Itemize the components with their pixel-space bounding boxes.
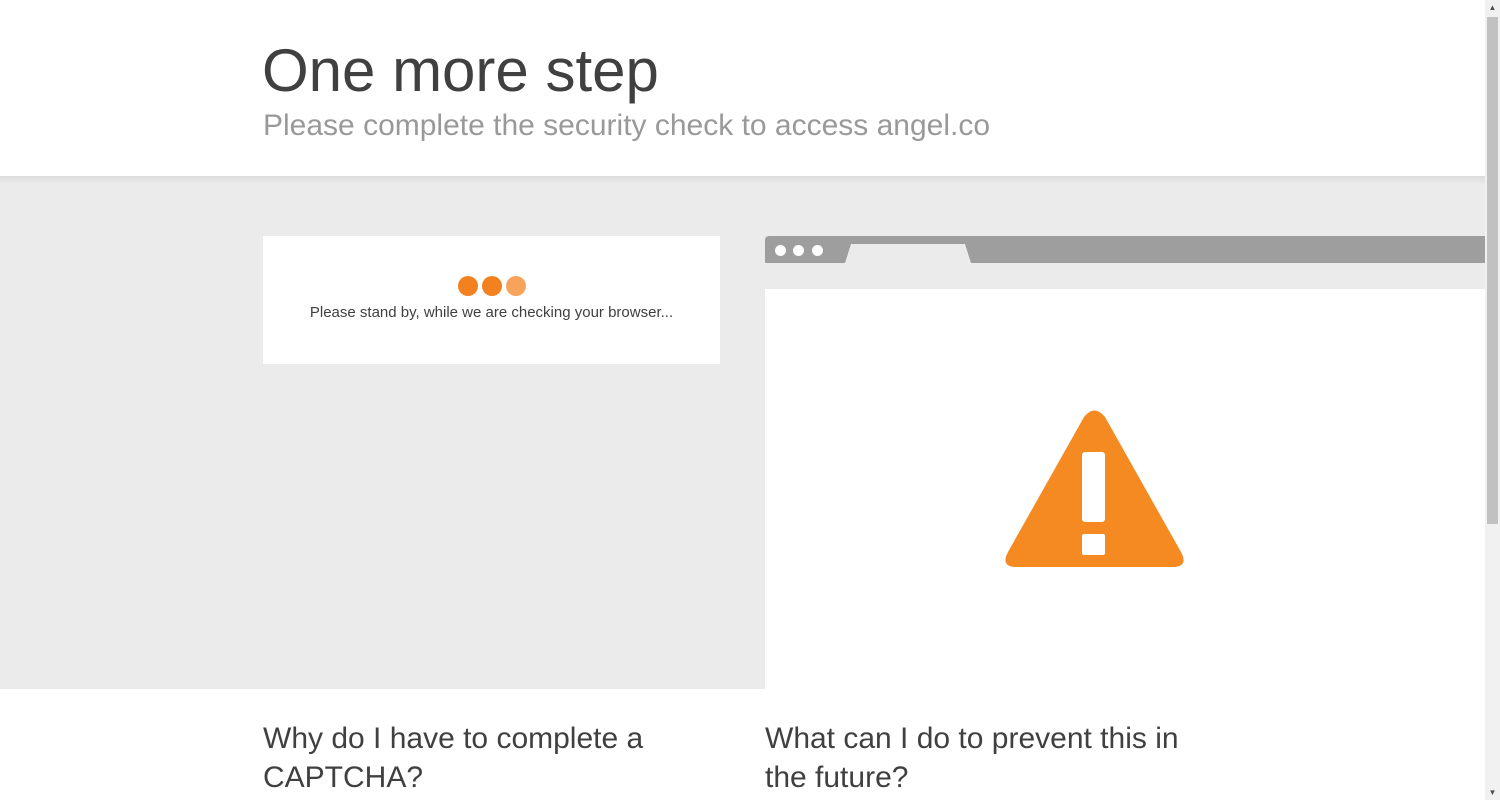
window-dot-icon	[812, 245, 823, 256]
scrollbar-thumb[interactable]	[1487, 17, 1498, 524]
browser-address-bar	[765, 263, 1485, 289]
prevent-future-heading: What can I do to prevent this in the fut…	[765, 722, 1179, 794]
scroll-up-icon[interactable]: ▲	[1485, 0, 1500, 15]
page-subtitle: Please complete the security check to ac…	[263, 109, 991, 142]
window-dot-icon	[793, 245, 804, 256]
browser-viewport	[765, 289, 1485, 689]
page-title: One more step	[262, 37, 659, 104]
header: One more step Please complete the securi…	[0, 0, 1485, 176]
challenge-box: Please stand by, while we are checking y…	[263, 236, 720, 364]
stand-by-message: Please stand by, while we are checking y…	[309, 304, 674, 321]
why-captcha-heading: Why do I have to complete a CAPTCHA?	[263, 722, 644, 794]
loading-dot-3	[505, 276, 526, 296]
vertical-scrollbar[interactable]: ▲ ▼	[1485, 0, 1500, 800]
browser-illustration	[765, 236, 1485, 689]
loading-dot-1	[457, 276, 478, 296]
window-dot-icon	[775, 245, 786, 256]
loading-dots	[263, 276, 720, 296]
browser-tab-icon	[845, 244, 971, 263]
page: One more step Please complete the securi…	[0, 0, 1500, 800]
loading-dot-2	[481, 276, 502, 296]
scroll-down-icon[interactable]: ▼	[1485, 785, 1500, 800]
browser-title-bar	[765, 236, 1485, 263]
warning-icon	[1005, 410, 1184, 567]
